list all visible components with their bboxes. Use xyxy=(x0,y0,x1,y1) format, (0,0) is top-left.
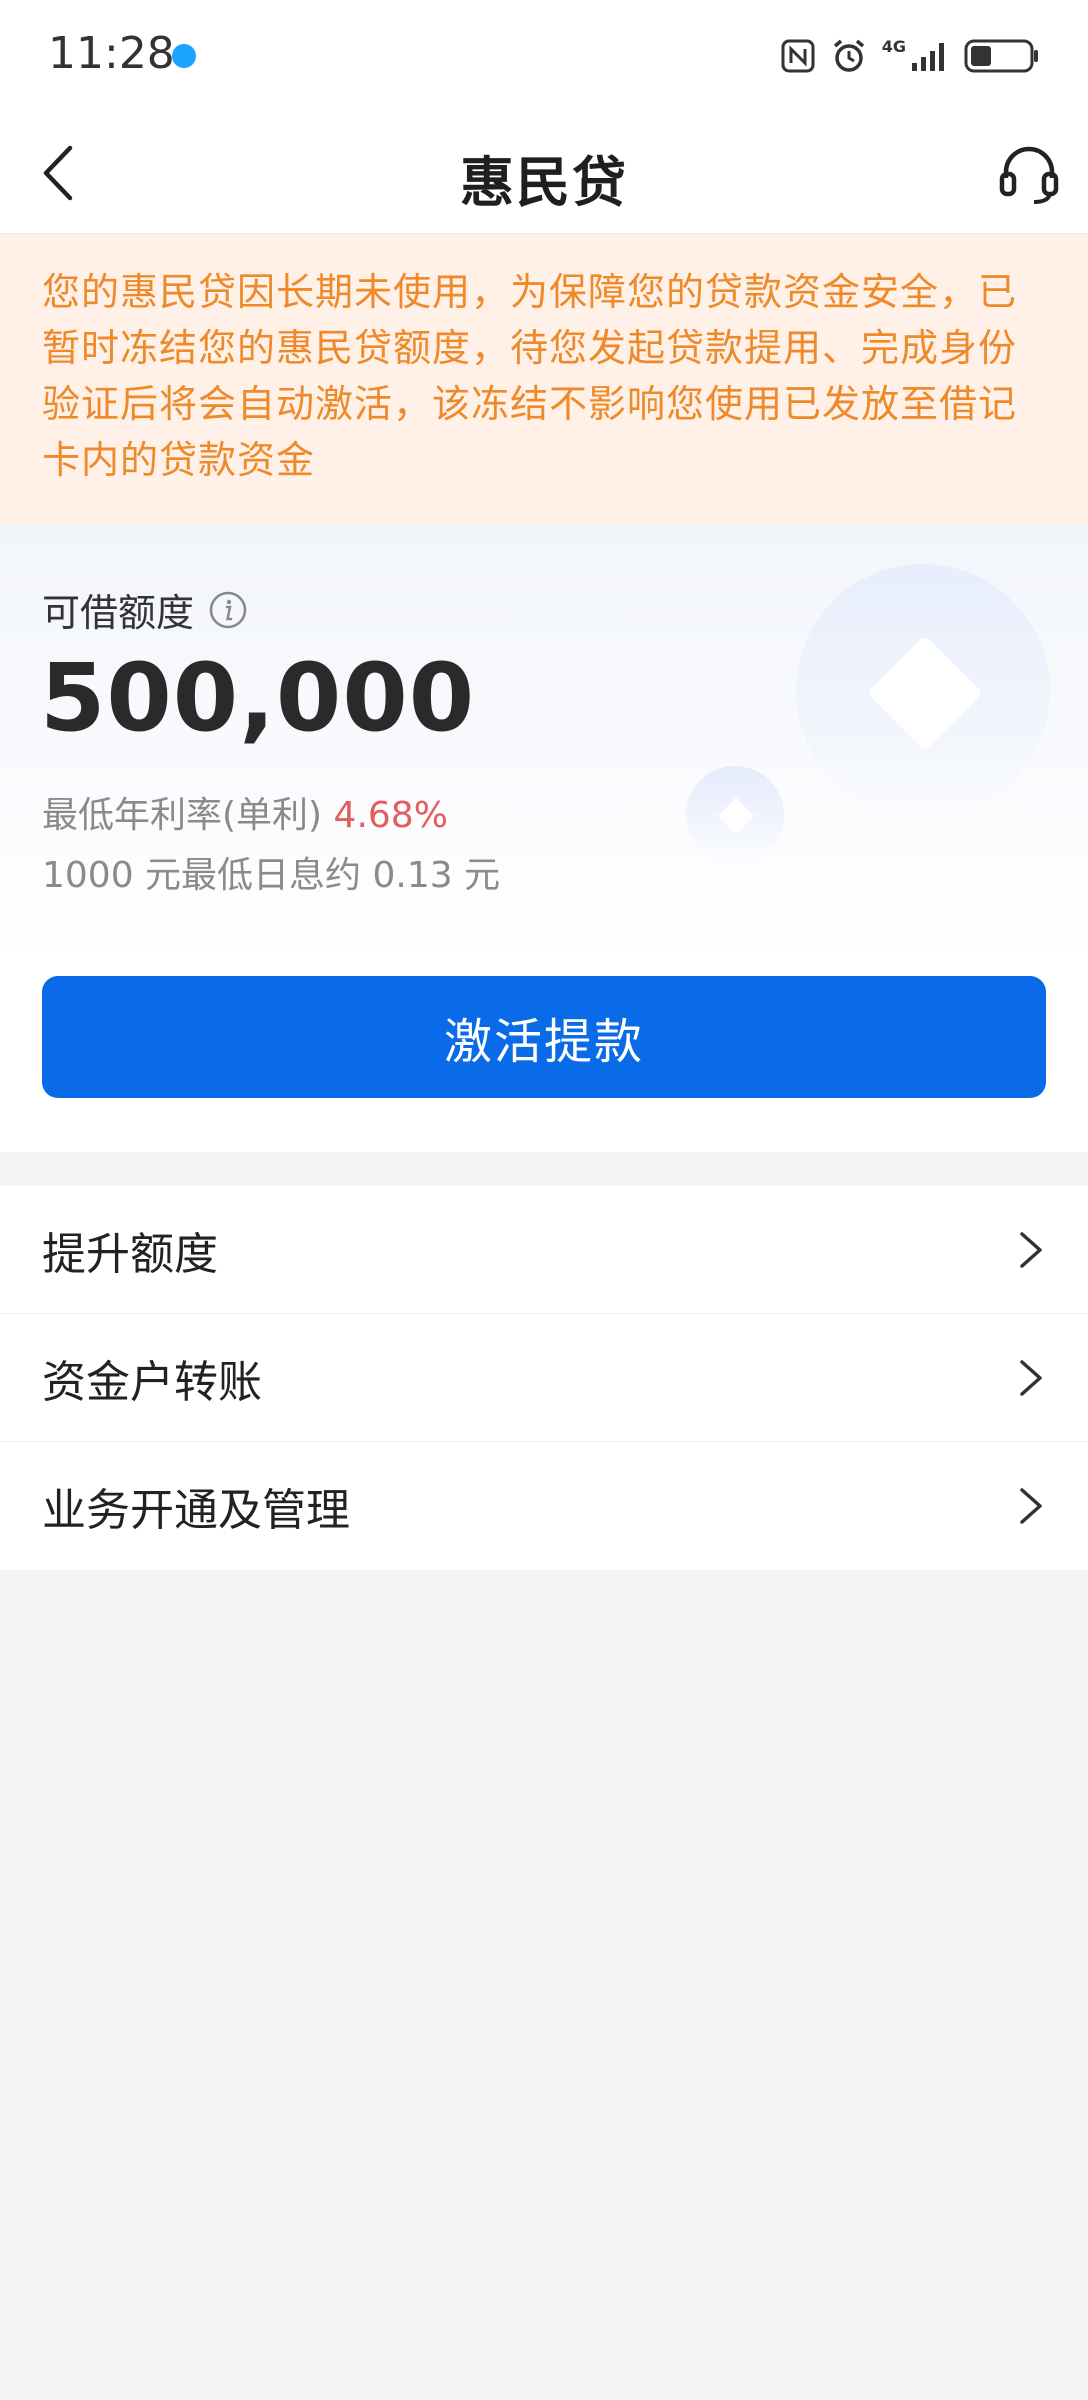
menu-item-label: 业务开通及管理 xyxy=(42,1485,350,1536)
info-icon[interactable] xyxy=(208,590,248,630)
battery-icon xyxy=(964,39,1038,73)
menu-item-business-management[interactable]: 业务开通及管理 xyxy=(0,1442,1088,1570)
quota-card: 可借额度 500,000 最低年利率(单利) 4.68% 1000 元最低日息约… xyxy=(0,524,1088,1152)
rate-row: 最低年利率(单利) 4.68% xyxy=(42,786,448,838)
menu-item-raise-limit[interactable]: 提升额度 xyxy=(0,1186,1088,1314)
headset-icon[interactable] xyxy=(996,140,1062,206)
nfc-icon xyxy=(781,39,815,73)
page-title: 惠民贷 xyxy=(460,151,628,214)
quota-label: 可借额度 xyxy=(42,591,195,635)
menu-item-fund-transfer[interactable]: 资金户转账 xyxy=(0,1314,1088,1442)
menu-list: 提升额度 资金户转账 业务开通及管理 xyxy=(0,1186,1088,1570)
chevron-right-icon xyxy=(1020,1488,1042,1524)
activate-withdraw-button[interactable]: 激活提款 xyxy=(42,976,1046,1098)
status-time: 11:28 xyxy=(48,28,175,79)
rate-label: 最低年利率(单利) xyxy=(42,795,334,836)
nav-bar: 惠民贷 xyxy=(0,112,1088,234)
status-icons: 4G xyxy=(780,34,1040,78)
network-label: 4G xyxy=(881,37,906,56)
menu-item-label: 提升额度 xyxy=(42,1228,218,1280)
quota-amount: 500,000 xyxy=(40,644,476,753)
notification-dot-icon xyxy=(172,44,196,68)
alarm-icon xyxy=(833,39,864,72)
chevron-right-icon xyxy=(1020,1360,1042,1396)
signal-icon xyxy=(912,43,944,71)
status-bar: 11:28 4G xyxy=(0,0,1088,112)
notice-text: 您的惠民贷因长期未使用，为保障您的贷款资金安全，已暂时冻结您的惠民贷额度，待您发… xyxy=(42,270,1018,482)
daily-interest: 1000 元最低日息约 0.13 元 xyxy=(42,855,501,896)
quota-label-row: 可借额度 xyxy=(42,582,248,637)
freeze-notice: 您的惠民贷因长期未使用，为保障您的贷款资金安全，已暂时冻结您的惠民贷额度，待您发… xyxy=(0,234,1088,524)
rate-value: 4.68% xyxy=(333,795,448,836)
chevron-right-icon xyxy=(1020,1232,1042,1268)
menu-item-label: 资金户转账 xyxy=(42,1356,262,1408)
